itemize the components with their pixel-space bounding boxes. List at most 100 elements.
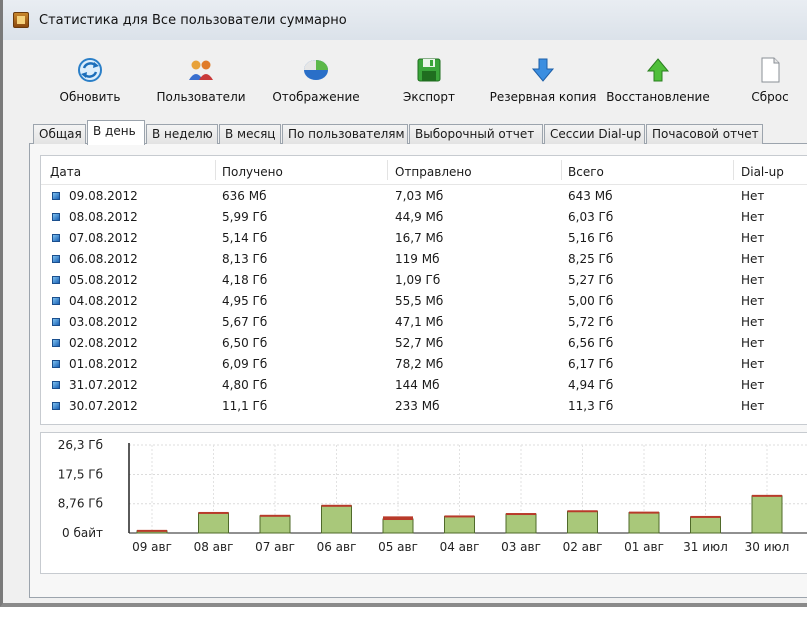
x-tick-label: 03 авг [501, 540, 541, 554]
sent-cell: 119 Мб [395, 252, 440, 266]
sent-bar [444, 515, 475, 518]
table-row[interactable]: 04.08.2012 4,95 Гб 55,5 Мб 5,00 Гб Нет [41, 291, 807, 312]
x-tick-label: 08 авг [194, 540, 234, 554]
column-divider[interactable] [733, 160, 734, 180]
total-cell: 5,00 Гб [568, 294, 614, 308]
sent-cell: 55,5 Мб [395, 294, 444, 308]
sent-cell: 47,1 Мб [395, 315, 444, 329]
export-button[interactable]: Экспорт [394, 52, 464, 114]
document-icon [761, 57, 780, 83]
column-header-dialup[interactable]: Dial-up [741, 165, 784, 179]
sent-cell: 1,09 Гб [395, 273, 441, 287]
sent-cell: 233 Мб [395, 399, 440, 413]
sent-cell: 7,03 Мб [395, 189, 444, 203]
column-divider[interactable] [561, 160, 562, 180]
date-cell: 08.08.2012 [69, 210, 138, 224]
received-bar [382, 518, 414, 534]
sent-bar [752, 494, 782, 497]
restore-button[interactable]: Восстановление [602, 52, 714, 114]
table-row[interactable]: 08.08.2012 5,99 Гб 44,9 Мб 6,03 Гб Нет [41, 207, 807, 228]
dialup-cell: Нет [741, 294, 765, 308]
x-tick-label: 01 авг [624, 540, 664, 554]
received-bar [321, 505, 352, 534]
column-header-sent[interactable]: Отправлено [395, 165, 472, 179]
day-icon [52, 360, 60, 368]
refresh-button[interactable]: Обновить [50, 52, 130, 114]
table-row[interactable]: 09.08.2012 636 Мб 7,03 Мб 643 Мб Нет [41, 186, 807, 207]
column-header-received[interactable]: Получено [222, 165, 283, 179]
sent-cell: 144 Мб [395, 378, 440, 392]
sent-cell: 78,2 Мб [395, 357, 444, 371]
tab-custom-report[interactable]: Выборочный отчет [409, 124, 543, 144]
total-cell: 6,17 Гб [568, 357, 614, 371]
reset-label: Сброс [751, 90, 789, 104]
received-cell: 636 Мб [222, 189, 267, 203]
received-bar [690, 516, 721, 534]
sent-bar [137, 529, 167, 532]
received-cell: 4,95 Гб [222, 294, 268, 308]
tab-general[interactable]: Общая [33, 124, 86, 144]
received-cell: 11,1 Гб [222, 399, 268, 413]
tab-per-user[interactable]: По пользователям [282, 124, 408, 144]
date-cell: 07.08.2012 [69, 231, 138, 245]
dialup-cell: Нет [741, 210, 765, 224]
total-cell: 4,94 Гб [568, 378, 614, 392]
received-bar [628, 512, 660, 534]
table-row[interactable]: 05.08.2012 4,18 Гб 1,09 Гб 5,27 Гб Нет [41, 270, 807, 291]
received-bar [751, 495, 783, 534]
display-label: Отображение [272, 90, 360, 104]
total-cell: 6,03 Гб [568, 210, 614, 224]
table-row[interactable]: 01.08.2012 6,09 Гб 78,2 Мб 6,17 Гб Нет [41, 354, 807, 375]
date-cell: 05.08.2012 [69, 273, 138, 287]
received-cell: 6,09 Гб [222, 357, 268, 371]
sent-cell: 44,9 Мб [395, 210, 444, 224]
display-icon [304, 60, 328, 80]
daily-stats-list[interactable]: Дата Получено Отправлено Всего Dial-up 0… [40, 155, 807, 425]
export-label: Экспорт [402, 90, 456, 104]
tab-per-month[interactable]: В месяц [219, 124, 281, 144]
day-icon [52, 276, 60, 284]
date-cell: 04.08.2012 [69, 294, 138, 308]
title-bar: Статистика для Все пользователи суммарно [3, 0, 807, 40]
refresh-icon [78, 58, 102, 82]
table-row[interactable]: 02.08.2012 6,50 Гб 52,7 Мб 6,56 Гб Нет [41, 333, 807, 354]
backup-label: Резервная копия [489, 90, 597, 104]
x-tick-label: 05 авг [378, 540, 418, 554]
x-tick-label: 02 авг [563, 540, 603, 554]
save-icon [417, 58, 441, 82]
date-cell: 02.08.2012 [69, 336, 138, 350]
sent-bar [321, 504, 352, 507]
dialup-cell: Нет [741, 315, 765, 329]
y-tick-label: 26,3 Гб [58, 438, 103, 452]
day-icon [52, 318, 60, 326]
received-bar [444, 515, 475, 534]
dialup-cell: Нет [741, 378, 765, 392]
display-button[interactable]: Отображение [268, 52, 364, 114]
column-header-date[interactable]: Дата [50, 165, 81, 179]
window-title: Статистика для Все пользователи суммарно [39, 13, 347, 28]
received-cell: 5,67 Гб [222, 315, 268, 329]
sent-bar [383, 516, 413, 521]
table-row[interactable]: 03.08.2012 5,67 Гб 47,1 Мб 5,72 Гб Нет [41, 312, 807, 333]
table-row[interactable]: 07.08.2012 5,14 Гб 16,7 Мб 5,16 Гб Нет [41, 228, 807, 249]
table-row[interactable]: 31.07.2012 4,80 Гб 144 Мб 4,94 Гб Нет [41, 375, 807, 396]
table-row[interactable]: 30.07.2012 11,1 Гб 233 Мб 11,3 Гб Нет [41, 396, 807, 417]
sent-cell: 52,7 Мб [395, 336, 444, 350]
y-tick-label: 8,76 Гб [58, 497, 103, 511]
tab-per-week[interactable]: В неделю [146, 124, 218, 144]
app-window: Статистика для Все пользователи суммарно… [0, 0, 807, 607]
tab-dialup-sessions[interactable]: Сессии Dial-up [544, 124, 645, 144]
backup-button[interactable]: Резервная копия [484, 52, 602, 114]
received-cell: 8,13 Гб [222, 252, 268, 266]
tab-per-day[interactable]: В день [87, 120, 145, 145]
column-divider[interactable] [215, 160, 216, 180]
total-cell: 5,27 Гб [568, 273, 614, 287]
column-divider[interactable] [387, 160, 388, 180]
column-header-total[interactable]: Всего [568, 165, 604, 179]
tab-hourly-report[interactable]: Почасовой отчет [646, 124, 763, 144]
day-icon [52, 297, 60, 305]
table-row[interactable]: 06.08.2012 8,13 Гб 119 Мб 8,25 Гб Нет [41, 249, 807, 270]
users-button[interactable]: Пользователи [152, 52, 250, 114]
reset-button[interactable]: Сброс [740, 52, 800, 114]
dialup-cell: Нет [741, 336, 765, 350]
